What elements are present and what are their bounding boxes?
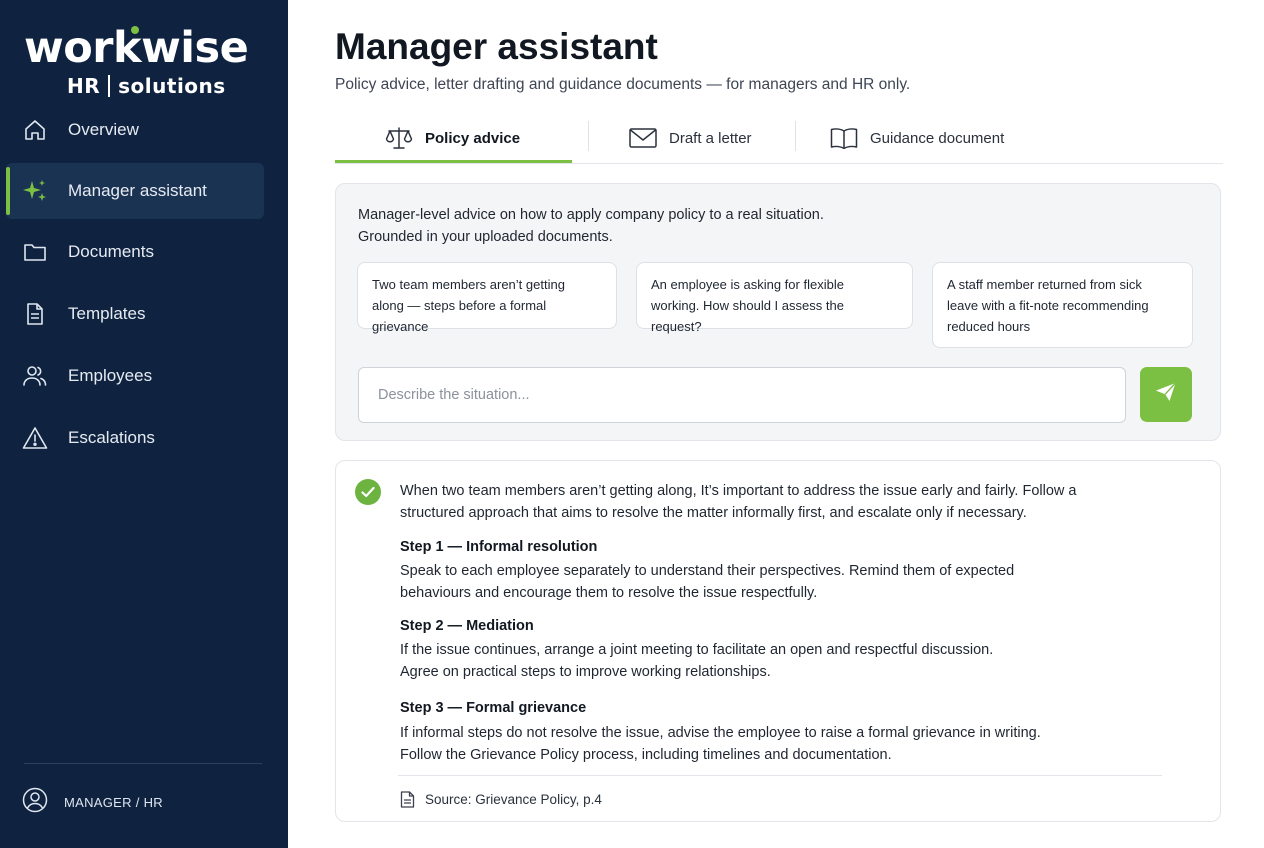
sidebar-item-label: Escalations (68, 428, 155, 447)
answer-line: structured approach that aims to resolve… (400, 505, 1027, 521)
sidebar-item-label: Templates (68, 304, 146, 323)
intro-line: Manager-level advice on how to apply com… (358, 207, 824, 223)
situation-input[interactable] (358, 367, 1126, 423)
folder-icon (22, 239, 48, 265)
step-line: If the issue continues, arrange a joint … (400, 642, 994, 658)
sidebar-item-manager-assistant[interactable]: Manager assistant (6, 163, 264, 219)
users-icon (22, 363, 48, 389)
tab-separator (588, 121, 589, 151)
tab-guidance-document[interactable]: Guidance document (830, 112, 1004, 164)
suggestion-chip-flexible-working[interactable]: An employee is asking for flexible worki… (636, 262, 913, 334)
brand-name: workwise (24, 23, 249, 73)
brand-sub-right: solutions (118, 74, 226, 98)
envelope-icon (629, 127, 657, 149)
sidebar-item-templates[interactable]: Templates (6, 286, 264, 342)
tab-policy-advice[interactable]: Policy advice (385, 112, 520, 164)
chip-line: reduced hours (947, 319, 1031, 334)
brand-sub-left: HR (67, 74, 101, 98)
answer-panel: When two team members aren’t getting alo… (335, 460, 1221, 822)
home-icon (22, 117, 48, 143)
page-subtitle: Policy advice, letter drafting and guida… (335, 76, 911, 93)
chip-line: Two team members aren’t getting (372, 277, 565, 292)
step-line: If informal steps do not resolve the iss… (400, 725, 1041, 741)
sidebar-item-escalations[interactable]: Escalations (6, 410, 264, 466)
answer-divider (398, 775, 1162, 776)
sidebar: workwise HR solutions Overview Manager as… (0, 0, 288, 848)
page-title: Manager assistant (335, 26, 658, 67)
suggestion-chip-grievance[interactable]: Two team members aren’t getting along — … (357, 262, 617, 334)
intro-line: Grounded in your uploaded documents. (358, 229, 613, 245)
brand-separator (108, 75, 111, 97)
brand-subtitle: HR solutions (24, 74, 264, 98)
active-tab-indicator (335, 160, 572, 163)
check-circle-icon (355, 479, 381, 505)
brand-logo[interactable]: workwise HR solutions (24, 24, 264, 98)
tab-bar: Policy advice Draft a letter Guidance do… (335, 112, 1223, 164)
suggestion-chip-sick-leave[interactable]: A staff member returned from sick leave … (932, 262, 1193, 348)
user-role-menu[interactable]: MANAGER / HR (22, 787, 163, 818)
step-body: If the issue continues, arrange a joint … (400, 639, 1100, 683)
book-icon (830, 127, 858, 149)
sidebar-divider (24, 763, 262, 764)
answer-intro: When two team members aren’t getting alo… (400, 480, 1100, 524)
scales-icon (385, 126, 413, 150)
tab-label: Guidance document (870, 129, 1005, 147)
send-button[interactable] (1140, 367, 1192, 422)
tab-label: Draft a letter (669, 129, 752, 147)
sidebar-item-label: Employees (68, 366, 153, 385)
step-heading: Step 2 — Mediation (400, 618, 534, 634)
sidebar-item-label: Manager assistant (68, 181, 207, 200)
step-line: Follow the Grievance Policy process, inc… (400, 747, 892, 763)
document-icon (22, 301, 48, 327)
warning-icon (22, 425, 48, 451)
step-body: Speak to each employee separately to und… (400, 560, 1100, 604)
main-content: Manager assistant Policy advice, letter … (288, 0, 1264, 848)
document-icon (400, 791, 415, 808)
step-line: Speak to each employee separately to und… (400, 563, 1015, 579)
chip-line: An employee is asking for flexible (651, 277, 844, 292)
chip-line: A staff member returned from sick (947, 277, 1142, 292)
tab-label: Policy advice (425, 129, 521, 147)
step-line: Agree on practical steps to improve work… (400, 664, 771, 680)
sidebar-item-overview[interactable]: Overview (6, 102, 264, 158)
step-heading: Step 1 — Informal resolution (400, 539, 598, 555)
sidebar-item-label: Documents (68, 242, 154, 261)
tab-separator (795, 121, 796, 151)
step-heading: Step 3 — Formal grievance (400, 700, 587, 716)
sparkle-icon (22, 178, 48, 204)
step-body: If informal steps do not resolve the iss… (400, 722, 1100, 766)
send-icon (1155, 382, 1177, 407)
prompt-panel: Manager-level advice on how to apply com… (335, 183, 1221, 441)
sidebar-item-documents[interactable]: Documents (6, 224, 264, 280)
chip-line: working. How should I assess the request… (651, 298, 844, 334)
user-role-label: MANAGER / HR (64, 795, 163, 810)
source-citation[interactable]: Source: Grievance Policy, p.4 (400, 791, 602, 808)
chip-line: leave with a fit-note recommending (947, 298, 1149, 313)
tab-draft-letter[interactable]: Draft a letter (629, 112, 752, 164)
step-line: behaviours and encourage them to resolve… (400, 585, 818, 601)
user-avatar-icon (22, 787, 48, 818)
answer-line: When two team members aren’t getting alo… (400, 483, 1077, 499)
panel-intro: Manager-level advice on how to apply com… (358, 204, 824, 248)
logo-accent-dot (131, 26, 139, 34)
chip-line: along — steps before a formal grievance (372, 298, 547, 334)
source-label: Source: Grievance Policy, p.4 (425, 792, 602, 807)
sidebar-item-label: Overview (68, 120, 139, 139)
sidebar-item-employees[interactable]: Employees (6, 348, 264, 404)
